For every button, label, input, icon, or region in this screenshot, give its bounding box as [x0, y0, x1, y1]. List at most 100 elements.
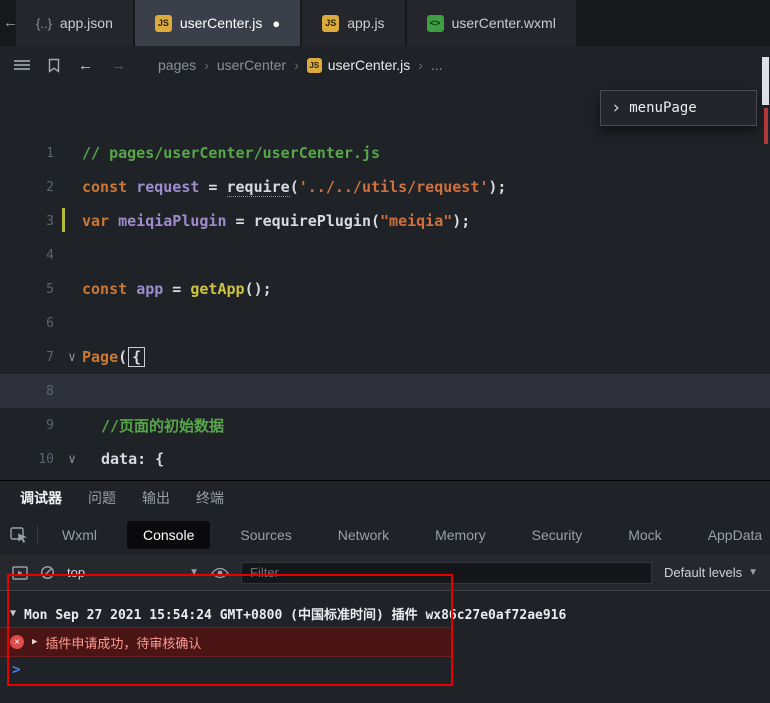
code-token: request: [136, 178, 200, 196]
console-sidebar-icon[interactable]: [12, 565, 28, 580]
code-line-8[interactable]: 8: [0, 374, 770, 408]
editor-tab-bar: {..} app.json JS userCenter.js ● JS app.js <> us…: [0, 0, 770, 46]
code-token: getApp: [190, 280, 245, 298]
code-token: =: [163, 280, 191, 298]
code-line-6[interactable]: 6: [0, 306, 770, 340]
devtools-tab-sources[interactable]: Sources: [224, 521, 307, 549]
code-token: ();: [244, 280, 272, 298]
code-line-7[interactable]: 7 ∨ Page({: [0, 340, 770, 374]
devtools-tab-memory[interactable]: Memory: [419, 521, 502, 549]
text-cursor: {: [128, 347, 146, 367]
chevron-down-icon: ▼: [189, 567, 199, 578]
code-text: //页面的初始数据: [82, 415, 224, 436]
code-line-4[interactable]: 4: [0, 238, 770, 272]
navigate-forward-icon[interactable]: →: [111, 57, 126, 74]
line-number: 4: [46, 247, 54, 263]
panel-tab-problems[interactable]: 问题: [88, 488, 116, 508]
code-token: );: [488, 178, 507, 196]
line-number: 7: [46, 349, 54, 365]
code-token: (: [118, 348, 128, 366]
tab-scroll-left-icon[interactable]: ←: [3, 14, 18, 31]
modified-dot-icon: ●: [272, 15, 281, 31]
tab-label: app.json: [59, 15, 113, 31]
code-line-1[interactable]: 1 // pages/userCenter/userCenter.js: [0, 136, 770, 170]
collapse-triangle-icon[interactable]: ▼: [10, 608, 16, 619]
breadcrumb-label: pages: [158, 57, 197, 73]
devtools-tab-wxml[interactable]: Wxml: [46, 521, 113, 549]
code-token: );: [452, 212, 471, 230]
panel-tab-terminal[interactable]: 终端: [196, 488, 224, 508]
chevron-right-icon: ›: [611, 98, 622, 118]
code-token: app: [136, 280, 164, 298]
editor-tab-usercenter-wxml[interactable]: <> userCenter.wxml: [406, 0, 576, 46]
code-line-3[interactable]: 3 var meiqiaPlugin = requirePlugin("meiqi…: [0, 204, 770, 238]
code-token: meiqiaPlugin: [118, 212, 227, 230]
js-file-icon: JS: [154, 14, 172, 32]
code-token: // pages/userCenter/userCenter.js: [82, 144, 381, 162]
devtools-tab-security[interactable]: Security: [516, 521, 599, 549]
live-expression-eye-icon[interactable]: [211, 567, 229, 579]
line-number: 9: [46, 417, 54, 433]
bookmark-icon[interactable]: [48, 58, 60, 73]
breadcrumb: pages › userCenter › JS userCenter.js ›...: [158, 57, 443, 73]
gutter-changed-indicator: [62, 208, 65, 232]
chevron-down-icon: ▼: [748, 567, 758, 578]
breadcrumb-item-3[interactable]: ...: [431, 57, 443, 73]
code-token: Page: [82, 348, 119, 366]
breadcrumb-separator-icon: ›: [204, 57, 209, 73]
code-text: const request = require('../../utils/req…: [82, 178, 507, 197]
breadcrumb-item-1[interactable]: userCenter: [217, 57, 286, 73]
line-number: 2: [46, 179, 54, 195]
console-toolbar: top ▼ Default levels ▼: [0, 555, 770, 591]
editor-tab-app-json[interactable]: {..} app.json: [16, 0, 133, 46]
devtools-tab-console[interactable]: Console: [127, 521, 211, 549]
fold-chevron-icon[interactable]: ∨: [62, 350, 82, 365]
navigate-back-icon[interactable]: ←: [78, 57, 93, 74]
code-token: =: [199, 178, 227, 196]
filter-input[interactable]: [241, 561, 653, 584]
editor-lines: 1 // pages/userCenter/userCenter.js 2 const…: [0, 84, 770, 476]
breadcrumb-label: userCenter.js: [327, 57, 411, 73]
code-editor[interactable]: 1 // pages/userCenter/userCenter.js 2 const…: [0, 84, 770, 480]
code-line-10[interactable]: 10 ∨ data: {: [0, 442, 770, 476]
wxml-file-icon: <>: [426, 14, 444, 32]
panel-tab-bar: 调试器 问题 输出 终端: [0, 481, 770, 515]
code-token: var: [82, 212, 110, 230]
panel-tab-output[interactable]: 输出: [142, 488, 170, 508]
expand-triangle-icon[interactable]: ▶: [32, 637, 37, 647]
console-error-row[interactable]: × ▶ 插件申请成功，待审核确认: [0, 627, 453, 657]
code-text: // pages/userCenter/userCenter.js: [82, 144, 380, 162]
line-number: 10: [38, 451, 54, 467]
console-prompt[interactable]: >: [0, 657, 770, 683]
devtools-tab-appdata[interactable]: AppData: [692, 521, 770, 549]
log-levels-dropdown[interactable]: Default levels ▼: [664, 565, 758, 580]
editor-tab-app-js[interactable]: JS app.js: [302, 0, 405, 46]
devtools-tab-mock[interactable]: Mock: [612, 521, 677, 549]
devtools-tab-bar: Wxml Console Sources Network Memory Security M…: [0, 515, 770, 555]
editor-scrollbar-thumb[interactable]: [762, 57, 769, 105]
breadcrumb-item-2[interactable]: JS userCenter.js: [306, 57, 411, 73]
symbol-item-menupage[interactable]: menuPage: [629, 100, 696, 116]
devtools-tab-network[interactable]: Network: [322, 521, 405, 549]
console-log-area: ▼ Mon Sep 27 2021 15:54:24 GMT+0800 (中国标…: [0, 591, 770, 703]
editor-tab-usercenter-js[interactable]: JS userCenter.js ●: [134, 0, 301, 46]
code-line-2[interactable]: 2 const request = require('../../utils/re…: [0, 170, 770, 204]
code-text: var meiqiaPlugin = requirePlugin("meiqia…: [82, 212, 470, 230]
code-token: "meiqia": [380, 212, 453, 230]
code-line-9[interactable]: 9 //页面的初始数据: [0, 408, 770, 442]
console-group-row[interactable]: ▼ Mon Sep 27 2021 15:54:24 GMT+0800 (中国标…: [0, 599, 770, 627]
tab-label: userCenter.wxml: [451, 15, 556, 31]
outline-list-icon[interactable]: [14, 59, 30, 71]
inspect-element-icon[interactable]: [10, 526, 29, 544]
fold-chevron-icon[interactable]: ∨: [62, 452, 82, 467]
clear-console-icon[interactable]: [40, 565, 55, 580]
code-token: '../../utils/request': [298, 178, 489, 196]
breadcrumb-item-0[interactable]: pages: [158, 57, 196, 73]
panel-tab-debugger[interactable]: 调试器: [20, 488, 62, 508]
error-icon: ×: [10, 635, 24, 649]
code-line-5[interactable]: 5 const app = getApp();: [0, 272, 770, 306]
code-token: =: [226, 212, 254, 230]
context-selector[interactable]: top ▼: [67, 565, 199, 580]
